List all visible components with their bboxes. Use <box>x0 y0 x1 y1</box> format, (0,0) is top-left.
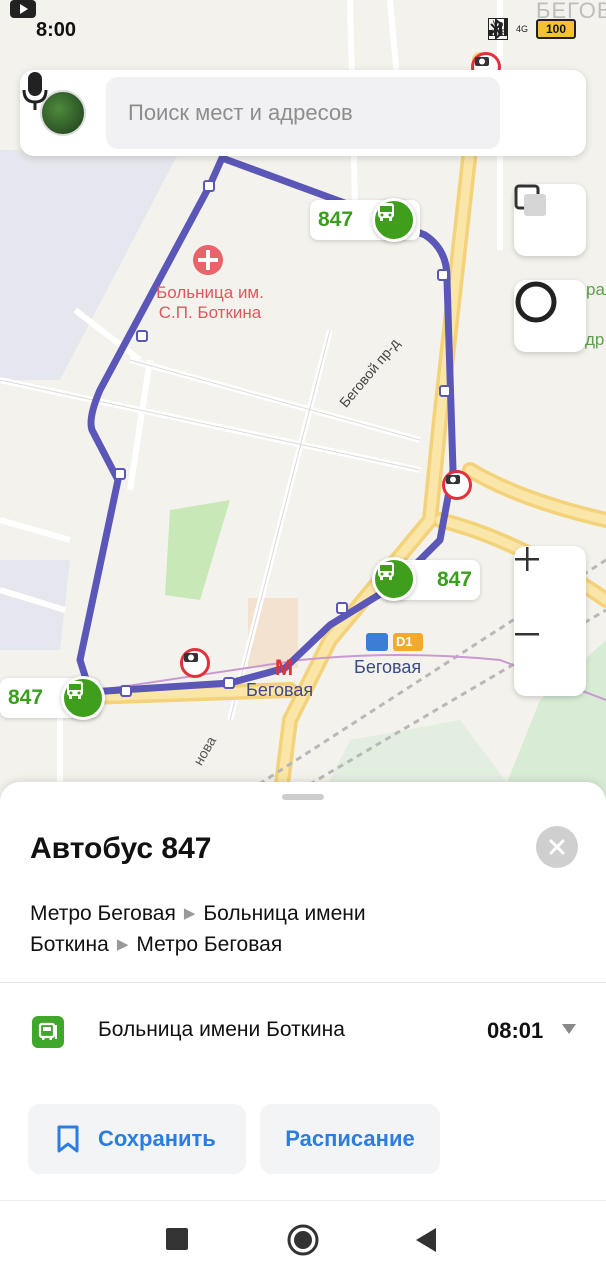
search-input[interactable] <box>106 77 500 149</box>
route-number: 847 <box>318 208 354 231</box>
status-bar: 8:00 Vo LTE 4G 100 <box>0 0 606 60</box>
route-path: Метро Беговая ▶ Больница имени Боткина ▶ Мет… <box>30 899 450 961</box>
metro-station-label[interactable]: Беговая <box>246 680 313 701</box>
sheet-title: Автобус 847 <box>30 832 212 865</box>
route-stop: Метро Беговая <box>136 933 283 956</box>
status-time: 8:00 <box>36 18 77 41</box>
railway-station-label[interactable]: Беговая <box>354 657 421 678</box>
divider <box>0 982 606 983</box>
bookmark-icon <box>57 1125 79 1153</box>
bus-stop-marker[interactable] <box>372 198 416 242</box>
close-icon <box>549 839 565 855</box>
schedule-label: Расписание <box>285 1126 415 1151</box>
battery-icon: 100 <box>536 19 576 39</box>
mic-icon[interactable] <box>20 70 50 112</box>
bus-stop-marker[interactable] <box>372 557 416 601</box>
racecourse-label: рал <box>586 280 606 299</box>
layers-button[interactable] <box>514 184 586 256</box>
camera-icon[interactable] <box>442 470 472 500</box>
svg-text:M: M <box>275 655 293 680</box>
sheet-grabber[interactable] <box>282 794 324 800</box>
layers-icon <box>514 184 546 216</box>
bus-stop-marker[interactable] <box>61 676 105 720</box>
network-type: 4G <box>515 24 528 34</box>
bus-icon <box>378 203 394 221</box>
route-stop: Больница имени <box>203 902 366 925</box>
system-nav-bar <box>0 1200 606 1280</box>
bus-icon <box>67 681 83 699</box>
close-button[interactable] <box>536 826 578 868</box>
route-sheet: Автобус 847 Метро Беговая ▶ Больница имени… <box>0 782 606 1200</box>
stop-row[interactable]: Больница имени Боткина 08:01 <box>0 996 606 1072</box>
save-label: Сохранить <box>98 1126 216 1151</box>
nav-home-icon[interactable] <box>286 1223 320 1257</box>
nav-back-icon[interactable] <box>414 1227 438 1253</box>
stop-time: 08:01 <box>487 1018 544 1043</box>
zoom-out-button[interactable] <box>514 621 586 696</box>
camera-icon[interactable] <box>180 648 210 678</box>
map[interactable]: M БЕГОВ рал ипподр Больница им. С.П. Бот… <box>0 0 606 800</box>
schedule-button[interactable]: Расписание <box>260 1104 440 1174</box>
route-number: 847 <box>8 686 44 709</box>
bus-stop-icon <box>32 1016 64 1048</box>
alice-button[interactable] <box>514 280 586 352</box>
route-stop: Боткина <box>30 933 109 956</box>
nav-recents-icon[interactable] <box>166 1228 188 1250</box>
route-arrow-icon: ▶ <box>183 905 196 922</box>
d1-badge: D1 <box>396 634 413 649</box>
zoom-controls <box>514 546 586 696</box>
hospital-label-line-2: С.П. Боткина <box>158 303 262 322</box>
save-button[interactable]: Сохранить <box>28 1104 246 1174</box>
youtube-icon <box>10 0 36 18</box>
stop-name: Больница имени Боткина <box>98 1018 345 1041</box>
signal-icon <box>488 19 507 36</box>
zoom-in-icon <box>515 547 539 571</box>
route-number: 847 <box>436 568 472 591</box>
alice-icon <box>515 281 557 323</box>
search-bar <box>20 70 586 156</box>
hospital-label: Больница им. С.П. Боткина <box>130 283 290 323</box>
zoom-in-button[interactable] <box>514 546 586 621</box>
zoom-out-icon <box>515 633 539 636</box>
bus-icon <box>378 562 394 580</box>
route-arrow-icon: ▶ <box>116 936 129 953</box>
hospital-label-line-1: Больница им. <box>156 283 264 302</box>
route-stop: Метро Беговая <box>30 902 176 925</box>
chevron-down-icon[interactable] <box>562 1024 576 1034</box>
